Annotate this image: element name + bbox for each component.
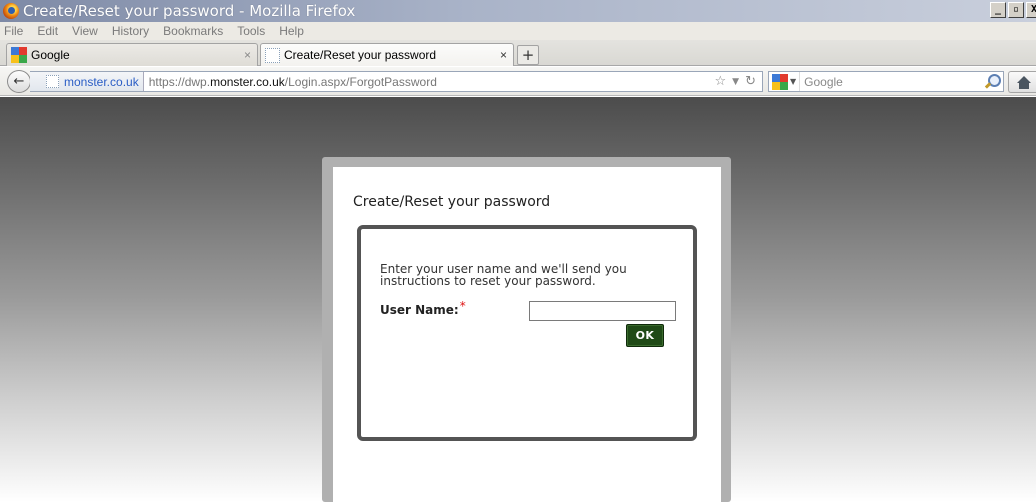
bookmark-star-icon[interactable]: ☆ [715,74,727,89]
window-title: Create/Reset your password - Mozilla Fir… [23,2,356,20]
chevron-down-icon: ▼ [790,77,797,86]
firefox-logo-icon [3,3,19,19]
menu-file[interactable]: File [2,24,25,38]
search-engine-selector[interactable]: ▼ [769,72,801,91]
menu-edit[interactable]: Edit [35,24,60,38]
search-input[interactable]: Google [804,75,843,89]
home-button[interactable] [1008,71,1036,93]
page-favicon-icon [265,47,280,63]
url-bar-icons: ☆ ▼ ↻ [715,74,756,89]
username-label: User Name:* [380,299,466,317]
minimize-button[interactable]: _ [990,2,1006,18]
menu-history[interactable]: History [110,24,151,38]
tab-google[interactable]: Google × [6,43,258,66]
menu-view[interactable]: View [70,24,100,38]
reset-password-form: Enter your user name and we'll send you … [357,225,697,441]
tab-label: Google [31,48,70,62]
username-input[interactable] [529,301,676,321]
page-title: Create/Reset your password [353,194,551,210]
history-dropdown-icon[interactable]: ▼ [732,77,739,87]
instructions-text: Enter your user name and we'll send you … [380,262,627,288]
tab-close-icon[interactable]: × [244,48,251,62]
restore-button[interactable]: ▫ [1008,2,1024,18]
url-bar[interactable]: monster.co.uk https://dwp.monster.co.uk/… [30,71,763,92]
search-bar[interactable]: ▼ Google [768,71,1004,92]
tab-close-icon[interactable]: × [500,48,507,62]
google-favicon-icon [11,47,27,63]
new-tab-button[interactable]: + [517,45,539,65]
menu-bar: File Edit View History Bookmarks Tools H… [0,22,1036,40]
required-marker: * [459,299,466,313]
page-content: Create/Reset your password Enter your us… [0,97,1036,502]
window-titlebar: Create/Reset your password - Mozilla Fir… [0,0,1036,22]
tab-create-reset-password[interactable]: Create/Reset your password × [260,43,514,66]
menu-help[interactable]: Help [277,24,306,38]
reset-password-card: Create/Reset your password Enter your us… [333,167,721,502]
tab-label: Create/Reset your password [284,48,437,62]
url-text[interactable]: https://dwp.monster.co.uk/Login.aspx/For… [149,75,437,89]
ok-button[interactable]: OK [626,324,664,347]
card-frame: Create/Reset your password Enter your us… [322,157,731,502]
menu-bookmarks[interactable]: Bookmarks [161,24,225,38]
navigation-bar: ← monster.co.uk https://dwp.monster.co.u… [0,67,1036,96]
google-favicon-icon [772,73,788,90]
site-identity-button[interactable]: monster.co.uk [30,72,144,91]
window-controls: _ ▫ X [990,2,1036,18]
tab-bar: Google × Create/Reset your password × + [0,40,1036,66]
back-button[interactable]: ← [7,70,31,93]
site-identity-label: monster.co.uk [64,74,139,89]
search-icon[interactable] [983,73,1001,90]
page-favicon-icon [46,75,59,88]
close-window-button[interactable]: X [1026,2,1036,18]
reload-icon[interactable]: ↻ [745,74,756,89]
menu-tools[interactable]: Tools [235,24,267,38]
